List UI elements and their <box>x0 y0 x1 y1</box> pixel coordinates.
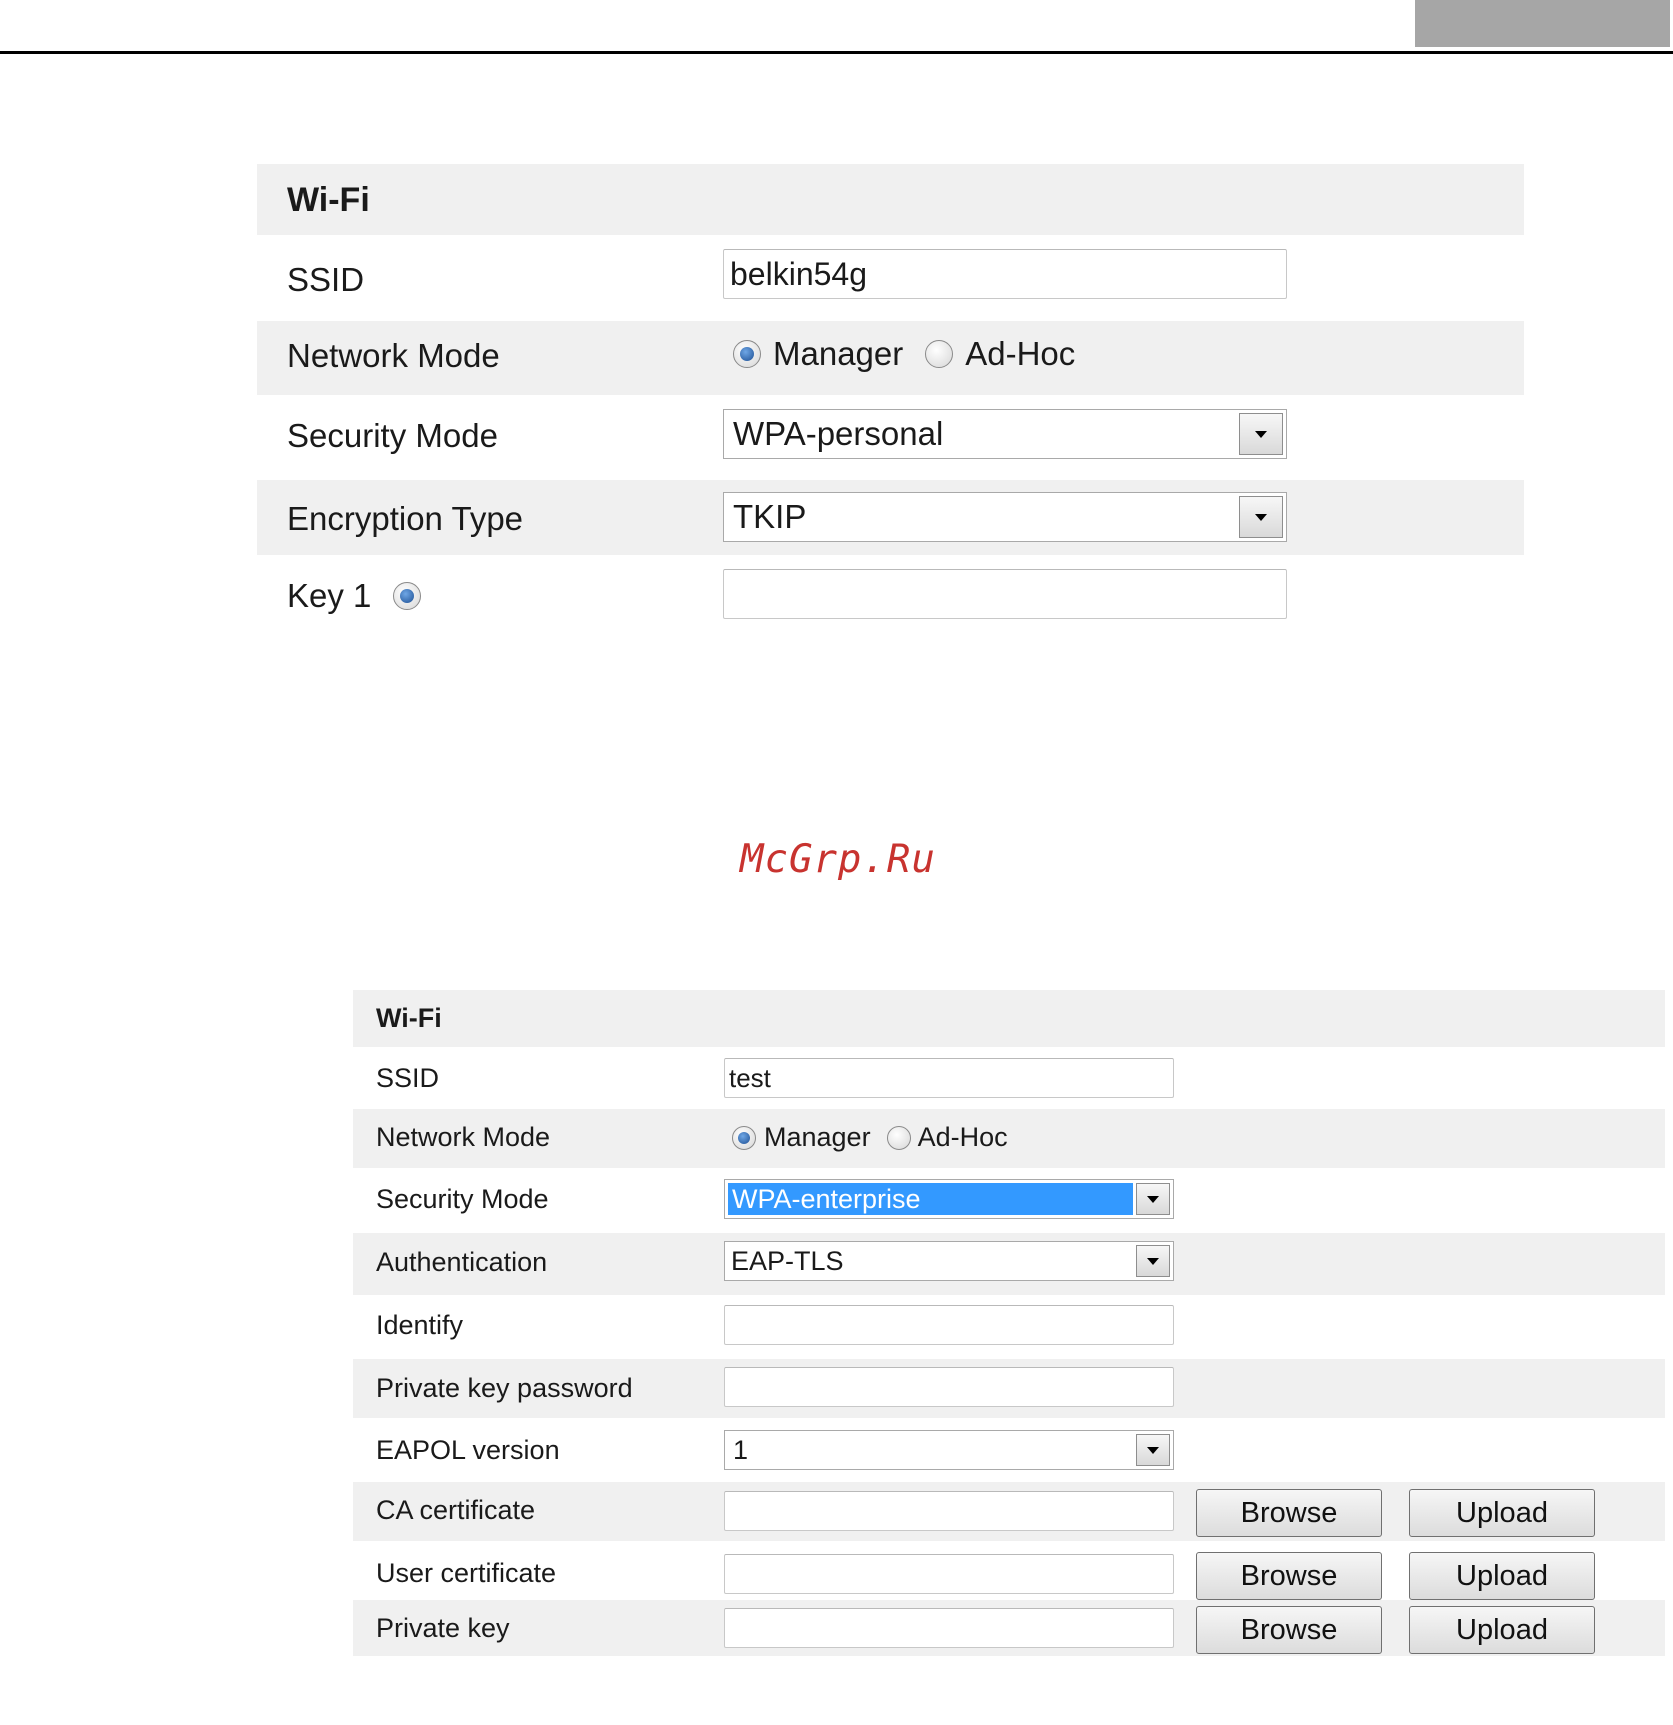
key1-radio[interactable] <box>393 582 422 610</box>
watermark-text: McGrp.Ru <box>740 837 936 882</box>
ssid-value: test <box>729 1062 771 1093</box>
panel-header: Wi-Fi <box>353 990 1665 1047</box>
adhoc-radio[interactable] <box>925 340 954 368</box>
authentication-row: Authentication EAP-TLS <box>353 1233 1665 1295</box>
encryption-type-row: Encryption Type TKIP <box>257 480 1524 555</box>
ssid-label: SSID <box>376 1063 440 1093</box>
eapol-version-select[interactable]: 1 <box>724 1430 1174 1470</box>
chevron-down-icon[interactable] <box>1239 413 1283 455</box>
identify-input[interactable] <box>724 1305 1174 1345</box>
panel-header: Wi-Fi <box>257 164 1524 235</box>
header-rule <box>0 51 1673 54</box>
chevron-down-icon[interactable] <box>1136 1183 1170 1215</box>
identify-label: Identify <box>376 1310 464 1340</box>
ssid-row: SSID test <box>353 1047 1665 1109</box>
manager-radio-label: Manager <box>773 335 904 372</box>
private-key-password-input[interactable] <box>724 1367 1174 1407</box>
user-certificate-row: User certificate Browse Upload <box>353 1541 1665 1600</box>
eapol-version-value: 1 <box>733 1434 749 1465</box>
wifi-panel-2: Wi-Fi SSID test Network Mode Manager Ad-… <box>353 990 1665 1656</box>
panel-title: Wi-Fi <box>287 181 370 219</box>
ca-certificate-browse-button[interactable]: Browse <box>1196 1489 1382 1537</box>
encryption-type-select[interactable]: TKIP <box>723 492 1287 542</box>
user-certificate-input[interactable] <box>724 1554 1174 1594</box>
user-certificate-upload-button[interactable]: Upload <box>1409 1552 1595 1600</box>
authentication-select[interactable]: EAP-TLS <box>724 1241 1174 1281</box>
key1-label: Key 1 <box>287 577 372 614</box>
security-mode-value: WPA-enterprise <box>728 1183 1133 1215</box>
private-key-row: Private key Browse Upload <box>353 1600 1665 1656</box>
security-mode-select[interactable]: WPA-enterprise <box>724 1179 1174 1219</box>
eapol-version-label: EAPOL version <box>376 1435 560 1465</box>
network-mode-row: Network Mode Manager Ad-Hoc <box>353 1109 1665 1168</box>
user-certificate-label: User certificate <box>376 1558 557 1588</box>
private-key-label: Private key <box>376 1613 510 1643</box>
private-key-browse-button[interactable]: Browse <box>1196 1606 1382 1654</box>
chevron-down-icon[interactable] <box>1239 496 1283 538</box>
private-key-password-label: Private key password <box>376 1373 633 1403</box>
authentication-value: EAP-TLS <box>731 1245 844 1276</box>
security-mode-label: Security Mode <box>287 417 498 454</box>
header-tab-block <box>1415 0 1670 47</box>
key1-label-group: Key 1 <box>287 577 422 615</box>
manager-radio[interactable] <box>732 1125 756 1150</box>
adhoc-radio-label: Ad-Hoc <box>917 1122 1008 1152</box>
security-mode-label: Security Mode <box>376 1184 549 1214</box>
ssid-input[interactable]: test <box>724 1058 1174 1098</box>
security-mode-select[interactable]: WPA-personal <box>723 409 1287 459</box>
chevron-down-icon[interactable] <box>1136 1434 1170 1466</box>
wifi-panel-1: Wi-Fi SSID belkin54g Network Mode Manage… <box>257 164 1524 635</box>
private-key-password-row: Private key password <box>353 1359 1665 1418</box>
ca-certificate-upload-button[interactable]: Upload <box>1409 1489 1595 1537</box>
authentication-label: Authentication <box>376 1247 548 1277</box>
manager-radio-label: Manager <box>764 1122 871 1152</box>
network-mode-radio-group: Manager Ad-Hoc <box>733 335 1297 373</box>
network-mode-label: Network Mode <box>287 337 500 374</box>
security-mode-row: Security Mode WPA-personal <box>257 395 1524 480</box>
ssid-value: belkin54g <box>730 255 867 292</box>
chevron-down-icon[interactable] <box>1136 1245 1170 1277</box>
encryption-type-label: Encryption Type <box>287 500 524 537</box>
adhoc-radio[interactable] <box>886 1125 911 1150</box>
security-mode-value: WPA-personal <box>733 415 944 452</box>
ssid-input[interactable]: belkin54g <box>723 249 1287 299</box>
security-mode-highlight-wrap: WPA-enterprise <box>728 1183 1133 1215</box>
security-mode-row: Security Mode WPA-enterprise <box>353 1168 1665 1233</box>
network-mode-label: Network Mode <box>376 1122 551 1152</box>
key1-input[interactable] <box>723 569 1287 619</box>
manager-radio[interactable] <box>733 340 761 368</box>
network-mode-row: Network Mode Manager Ad-Hoc <box>257 321 1524 395</box>
panel-title: Wi-Fi <box>376 1003 442 1033</box>
ca-certificate-label: CA certificate <box>376 1495 536 1525</box>
adhoc-radio-label: Ad-Hoc <box>965 335 1076 372</box>
private-key-input[interactable] <box>724 1608 1174 1648</box>
encryption-type-value: TKIP <box>733 498 807 535</box>
key1-row: Key 1 <box>257 555 1524 635</box>
ca-certificate-input[interactable] <box>724 1491 1174 1531</box>
identify-row: Identify <box>353 1295 1665 1359</box>
eapol-version-row: EAPOL version 1 <box>353 1418 1665 1482</box>
network-mode-radio-group: Manager Ad-Hoc <box>732 1122 1182 1153</box>
ca-certificate-row: CA certificate Browse Upload <box>353 1482 1665 1541</box>
private-key-upload-button[interactable]: Upload <box>1409 1606 1595 1654</box>
ssid-row: SSID belkin54g <box>257 235 1524 321</box>
ssid-label: SSID <box>287 261 365 298</box>
user-certificate-browse-button[interactable]: Browse <box>1196 1552 1382 1600</box>
